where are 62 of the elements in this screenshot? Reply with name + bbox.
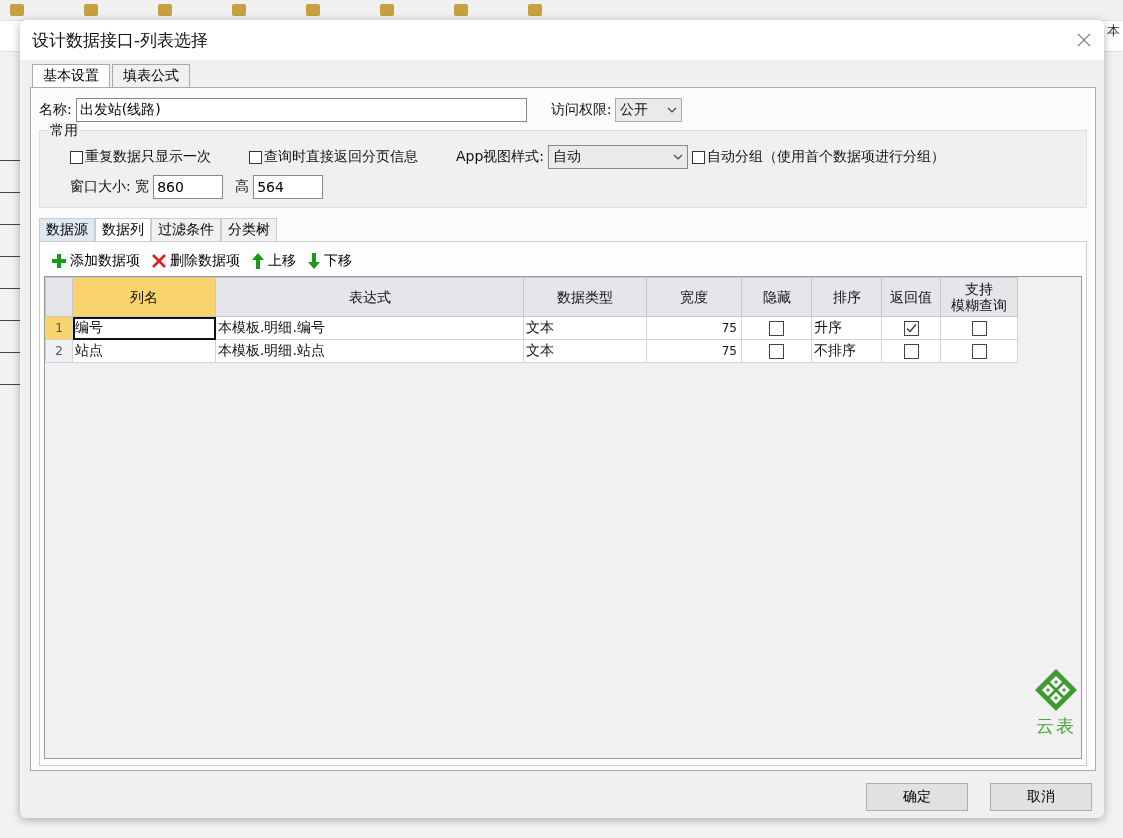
field-label: 窗口大小: 宽 [70, 178, 150, 196]
column-header[interactable]: 支持 模糊查询 [940, 277, 1018, 317]
checkbox[interactable] [971, 320, 987, 336]
table-cell: 站点 [72, 339, 216, 363]
checkbox-label: 自动分组（使用首个数据项进行分组） [707, 148, 946, 166]
caret-icon [667, 107, 678, 113]
checkbox[interactable] [249, 150, 262, 164]
checkbox[interactable] [769, 343, 784, 359]
checkbox-label: 查询时直接返回分页信息 [264, 148, 418, 166]
close-button[interactable] [1076, 32, 1092, 48]
plus-icon [52, 254, 66, 268]
input-field[interactable]: 860 [153, 175, 224, 199]
table-cell: 文本 [523, 316, 647, 340]
dropdown[interactable]: 自动 [548, 145, 689, 169]
field-label: 访问权限: [550, 101, 612, 119]
toolbar-button[interactable]: 下移 [308, 252, 352, 270]
field-label: App视图样式: [456, 148, 545, 166]
caret-icon [673, 154, 684, 160]
column-header[interactable]: 返回值 [881, 277, 941, 317]
row-number[interactable]: 2 [45, 339, 73, 363]
column-header[interactable]: 隐藏 [741, 277, 812, 317]
column-header[interactable]: 排序 [811, 277, 882, 317]
column-header[interactable]: 列名 [72, 277, 216, 317]
cross-icon [152, 254, 166, 268]
table-cell: 文本 [523, 339, 647, 363]
tab[interactable]: 过滤条件 [151, 218, 221, 241]
checkbox[interactable] [769, 320, 784, 336]
checkbox[interactable] [70, 150, 83, 164]
column-header[interactable]: 宽度 [646, 277, 742, 317]
field-label: 名称: [39, 101, 72, 119]
logo-icon [1034, 668, 1078, 712]
column-header[interactable]: 表达式 [215, 277, 524, 317]
tab[interactable]: 基本设置 [32, 64, 110, 87]
tab[interactable]: 填表公式 [112, 64, 190, 87]
checkbox[interactable] [903, 320, 919, 336]
toolbar-button[interactable]: 上移 [252, 252, 296, 270]
window-title: 设计数据接口-列表选择 [32, 28, 209, 52]
input-field[interactable]: 564 [253, 175, 324, 199]
table-cell: 本模板.明细.编号 [215, 316, 524, 340]
column-header[interactable]: 数据类型 [523, 277, 647, 317]
checkbox-label: 重复数据只显示一次 [85, 148, 211, 166]
table-cell: 编号 [72, 316, 216, 340]
dialog-button[interactable]: 确定 [866, 783, 968, 811]
dialog-button[interactable]: 取消 [990, 783, 1092, 811]
table-cell: 本模板.明细.站点 [215, 339, 524, 363]
field-label: 高 [235, 178, 250, 196]
tab[interactable]: 数据列 [95, 218, 151, 241]
logo-text: 云表 [1036, 714, 1076, 738]
tab[interactable]: 数据源 [39, 218, 95, 241]
checkbox[interactable] [903, 343, 919, 359]
group-title: 常用 [48, 122, 80, 140]
dropdown[interactable]: 公开 [615, 98, 683, 122]
header-label: 本 [1107, 22, 1120, 40]
toolbar-button[interactable]: 添加数据项 [52, 252, 140, 270]
input-field[interactable]: 出发站(线路) [75, 98, 527, 122]
checkbox[interactable] [971, 343, 987, 359]
toolbar-button[interactable]: 删除数据项 [152, 252, 240, 270]
down-arrow-icon [308, 253, 320, 269]
checkbox[interactable] [692, 150, 706, 164]
row-number[interactable]: 1 [45, 316, 73, 340]
tab[interactable]: 分类树 [221, 218, 277, 241]
up-arrow-icon [252, 253, 264, 269]
